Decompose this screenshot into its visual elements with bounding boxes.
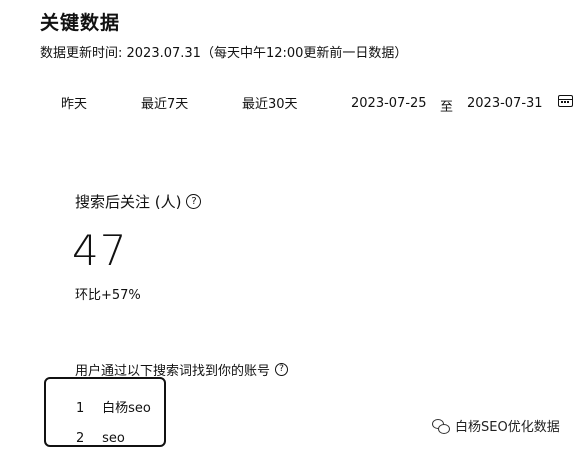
metric-label-text: 搜索后关注 (人) [75,193,182,211]
list-item-term: seo [102,431,125,446]
list-item: 1 白杨seo [76,397,151,416]
tab-yesterday[interactable]: 昨天 [61,93,87,112]
help-icon[interactable]: ? [186,194,202,209]
list-item: 2 seo [76,431,125,446]
metric-ratio: 环比+57% [75,288,141,303]
date-separator: 至 [440,100,454,115]
help-icon[interactable]: ? [275,363,289,376]
watermark: 白杨SEO优化数据 [432,416,560,435]
keywords-list: 1 白杨seo 2 seo [44,377,166,447]
start-date-field[interactable]: 2023-07-25 [351,96,427,111]
calendar-icon[interactable] [558,95,573,107]
tab-last-7-days[interactable]: 最近7天 [141,93,188,112]
date-range-bar: 昨天 最近7天 最近30天 2023-07-25 至 2023-07-31 [0,93,586,115]
wechat-icon [432,418,450,434]
tab-last-30-days[interactable]: 最近30天 [242,93,298,112]
list-item-index: 1 [76,401,85,416]
list-item-index: 2 [76,431,85,446]
metric-value: 47 [72,226,128,275]
metric-label: 搜索后关注 (人) ? [75,191,202,212]
end-date-field[interactable]: 2023-07-31 [467,96,543,111]
update-time-text: 数据更新时间: 2023.07.31（每天中午12:00更新前一日数据） [40,46,408,61]
watermark-text: 白杨SEO优化数据 [455,420,560,435]
list-item-term: 白杨seo [102,401,151,416]
page-title: 关键数据 [40,12,121,34]
